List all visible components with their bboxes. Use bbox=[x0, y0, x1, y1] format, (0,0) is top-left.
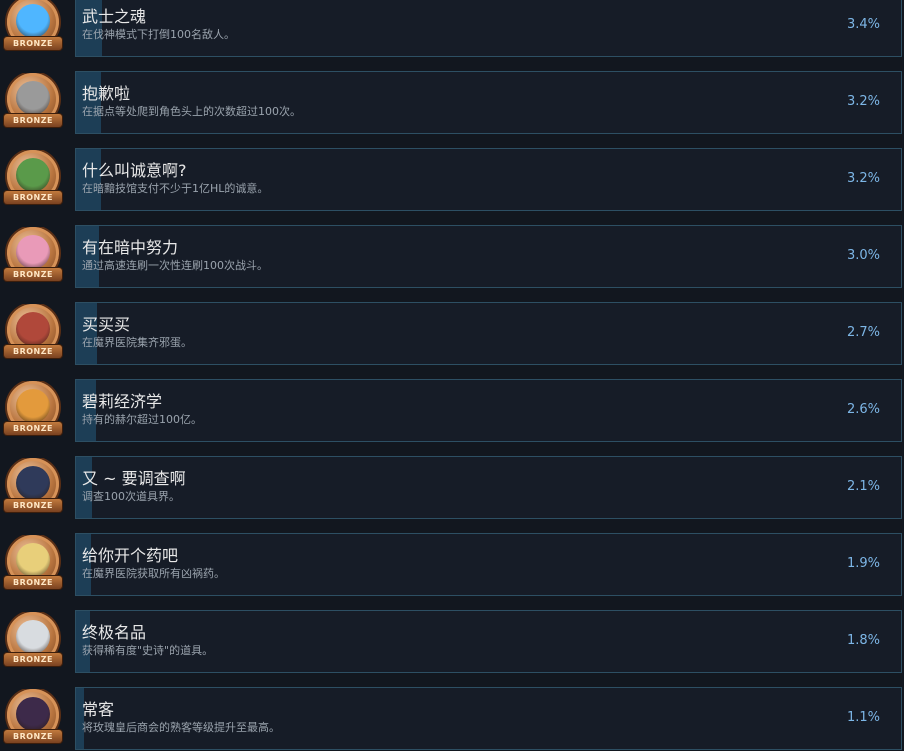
achievement-icon: BRONZE bbox=[2, 689, 64, 751]
achievement-description: 调查100次道具界。 bbox=[82, 490, 180, 503]
bronze-badge-label: BRONZE bbox=[4, 730, 62, 743]
achievement-card[interactable]: 终极名品 获得稀有度"史诗"的道具。 1.8% bbox=[75, 610, 902, 673]
achievement-card[interactable]: 有在暗中努力 通过高速连刷一次性连刷100次战斗。 3.0% bbox=[75, 225, 902, 288]
achievement-title: 武士之魂 bbox=[82, 7, 147, 26]
achievement-title: 又 ~ 要调查啊 bbox=[82, 469, 186, 488]
bronze-badge-label: BRONZE bbox=[4, 422, 62, 435]
achievement-card[interactable]: 买买买 在魔界医院集齐邪蛋。 2.7% bbox=[75, 302, 902, 365]
achievement-description: 持有的赫尔超过100亿。 bbox=[82, 413, 202, 426]
achievement-description: 将玫瑰皇后商会的熟客等级提升至最高。 bbox=[82, 721, 280, 734]
bronze-badge-label: BRONZE bbox=[4, 114, 62, 127]
dark-hair-girl-icon bbox=[16, 697, 50, 731]
green-hair-pale-face-icon bbox=[16, 620, 50, 654]
achievement-row[interactable]: BRONZE 终极名品 获得稀有度"史诗"的道具。 1.8% bbox=[0, 606, 904, 683]
unlock-percentage: 3.4% bbox=[846, 17, 880, 32]
achievement-title: 有在暗中努力 bbox=[82, 238, 179, 257]
bronze-badge-label: BRONZE bbox=[4, 345, 62, 358]
achievement-icon: BRONZE bbox=[2, 304, 64, 366]
bronze-badge-label: BRONZE bbox=[4, 499, 62, 512]
orange-hair-girl-icon bbox=[16, 389, 50, 423]
unlock-percentage: 2.1% bbox=[846, 479, 880, 494]
achievement-title: 终极名品 bbox=[82, 623, 147, 642]
blue-flame-spirit-icon bbox=[16, 4, 50, 38]
achievement-row[interactable]: BRONZE 武士之魂 在伐神模式下打倒100名敌人。 3.4% bbox=[0, 0, 904, 67]
unlock-percentage: 3.0% bbox=[846, 248, 880, 263]
green-dragon-icon bbox=[16, 158, 50, 192]
achievement-icon: BRONZE bbox=[2, 73, 64, 135]
unlock-percentage: 3.2% bbox=[846, 171, 880, 186]
achievement-description: 在据点等处爬到角色头上的次数超过100次。 bbox=[82, 105, 301, 118]
pink-hair-girl-icon bbox=[16, 235, 50, 269]
bronze-badge-label: BRONZE bbox=[4, 37, 62, 50]
achievement-row[interactable]: BRONZE 给你开个药吧 在魔界医院获取所有凶祸药。 1.9% bbox=[0, 529, 904, 606]
achievement-icon: BRONZE bbox=[2, 150, 64, 212]
achievement-row[interactable]: BRONZE 碧莉经济学 持有的赫尔超过100亿。 2.6% bbox=[0, 375, 904, 452]
achievement-icon: BRONZE bbox=[2, 0, 64, 58]
achievement-description: 在暗黯技馆支付不少于1亿HL的诚意。 bbox=[82, 182, 269, 195]
red-hair-duo-icon bbox=[16, 312, 50, 346]
achievement-row[interactable]: BRONZE 买买买 在魔界医院集齐邪蛋。 2.7% bbox=[0, 298, 904, 375]
achievement-icon: BRONZE bbox=[2, 612, 64, 674]
achievement-description: 在魔界医院获取所有凶祸药。 bbox=[82, 567, 225, 580]
achievement-card[interactable]: 又 ~ 要调查啊 调查100次道具界。 2.1% bbox=[75, 456, 902, 519]
bronze-badge-label: BRONZE bbox=[4, 653, 62, 666]
achievement-title: 买买买 bbox=[82, 315, 131, 334]
unlock-percentage: 1.9% bbox=[846, 556, 880, 571]
achievement-card[interactable]: 抱歉啦 在据点等处爬到角色头上的次数超过100次。 3.2% bbox=[75, 71, 902, 134]
achievement-row[interactable]: BRONZE 什么叫诚意啊? 在暗黯技馆支付不少于1亿HL的诚意。 3.2% bbox=[0, 144, 904, 221]
achievement-row[interactable]: BRONZE 又 ~ 要调查啊 调查100次道具界。 2.1% bbox=[0, 452, 904, 529]
achievement-row[interactable]: BRONZE 有在暗中努力 通过高速连刷一次性连刷100次战斗。 3.0% bbox=[0, 221, 904, 298]
achievement-icon: BRONZE bbox=[2, 381, 64, 443]
achievement-title: 常客 bbox=[82, 700, 115, 719]
unlock-percentage: 3.2% bbox=[846, 94, 880, 109]
achievement-description: 在魔界医院集齐邪蛋。 bbox=[82, 336, 192, 349]
hooded-ninja-icon bbox=[16, 466, 50, 500]
achievement-row[interactable]: BRONZE 常客 将玫瑰皇后商会的熟客等级提升至最高。 1.1% bbox=[0, 683, 904, 751]
achievement-title: 什么叫诚意啊? bbox=[82, 161, 187, 180]
achievement-list: BRONZE 武士之魂 在伐神模式下打倒100名敌人。 3.4% BRONZE … bbox=[0, 0, 904, 751]
unlock-percentage: 2.7% bbox=[846, 325, 880, 340]
unlock-percentage: 1.1% bbox=[846, 710, 880, 725]
achievement-icon: BRONZE bbox=[2, 535, 64, 597]
achievement-card[interactable]: 武士之魂 在伐神模式下打倒100名敌人。 3.4% bbox=[75, 0, 902, 57]
blonde-twins-icon bbox=[16, 543, 50, 577]
achievement-icon: BRONZE bbox=[2, 458, 64, 520]
achievement-description: 在伐神模式下打倒100名敌人。 bbox=[82, 28, 235, 41]
unlock-percentage: 1.8% bbox=[846, 633, 880, 648]
achievement-card[interactable]: 什么叫诚意啊? 在暗黯技馆支付不少于1亿HL的诚意。 3.2% bbox=[75, 148, 902, 211]
achievement-card[interactable]: 常客 将玫瑰皇后商会的熟客等级提升至最高。 1.1% bbox=[75, 687, 902, 750]
achievement-description: 获得稀有度"史诗"的道具。 bbox=[82, 644, 214, 657]
achievement-title: 给你开个药吧 bbox=[82, 546, 179, 565]
achievement-row[interactable]: BRONZE 抱歉啦 在据点等处爬到角色头上的次数超过100次。 3.2% bbox=[0, 67, 904, 144]
grey-prinny-face-icon bbox=[16, 81, 50, 115]
bronze-badge-label: BRONZE bbox=[4, 576, 62, 589]
achievement-icon: BRONZE bbox=[2, 227, 64, 289]
achievement-title: 抱歉啦 bbox=[82, 84, 131, 103]
achievement-description: 通过高速连刷一次性连刷100次战斗。 bbox=[82, 259, 268, 272]
bronze-badge-label: BRONZE bbox=[4, 268, 62, 281]
achievement-card[interactable]: 给你开个药吧 在魔界医院获取所有凶祸药。 1.9% bbox=[75, 533, 902, 596]
achievement-card[interactable]: 碧莉经济学 持有的赫尔超过100亿。 2.6% bbox=[75, 379, 902, 442]
bronze-badge-label: BRONZE bbox=[4, 191, 62, 204]
unlock-percentage: 2.6% bbox=[846, 402, 880, 417]
achievement-title: 碧莉经济学 bbox=[82, 392, 163, 411]
